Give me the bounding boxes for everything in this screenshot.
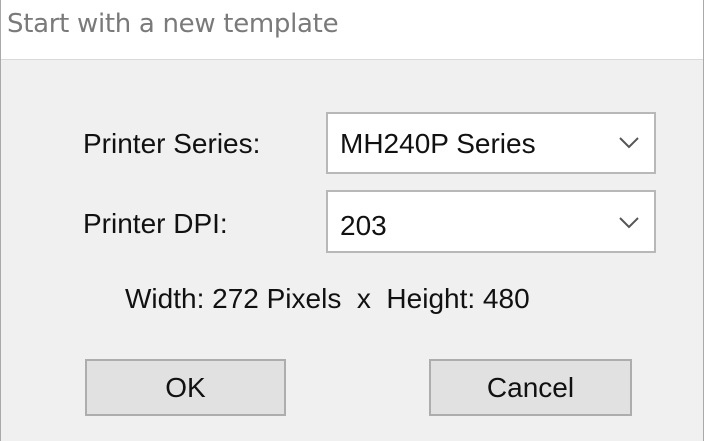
new-template-dialog: Start with a new template Printer Series… (0, 0, 704, 441)
printer-series-value: MH240P Series (340, 128, 536, 159)
printer-series-dropdown[interactable]: MH240P Series (326, 112, 656, 174)
dialog-titlebar: Start with a new template (1, 0, 703, 60)
cancel-button[interactable]: Cancel (429, 359, 632, 416)
ok-button[interactable]: OK (85, 359, 286, 416)
dialog-title: Start with a new template (7, 9, 339, 39)
chevron-down-icon (619, 137, 639, 149)
printer-dpi-value: 203 (340, 210, 387, 241)
printer-dpi-dropdown[interactable]: 203 (326, 190, 656, 253)
printer-dpi-label: Printer DPI: (83, 208, 228, 239)
printer-series-label: Printer Series: (83, 128, 261, 159)
dimensions-text: Width: 272 Pixels x Height: 480 (125, 283, 530, 314)
chevron-down-icon (619, 217, 639, 229)
